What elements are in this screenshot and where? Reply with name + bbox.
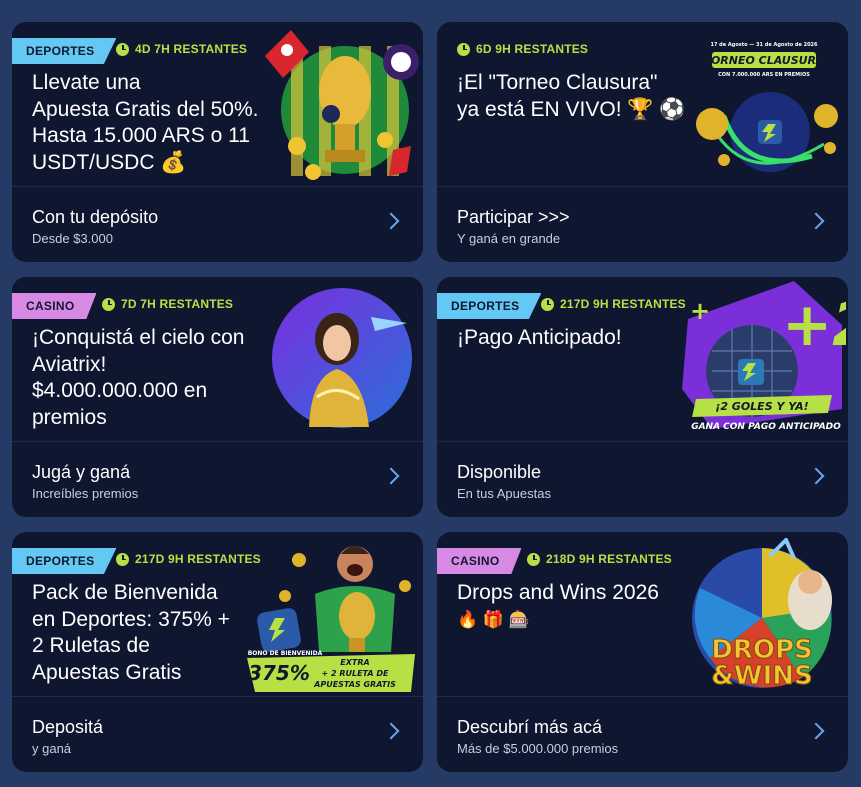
promo-title: Pack de Bienvenida en Deportes: 375% + 2… — [32, 581, 230, 684]
promo-title: ¡El "Torneo Clausura" ya está EN VIVO! 🏆… — [457, 71, 686, 121]
promo-card-aviatrix[interactable]: CASINO 7D 7H RESTANTES ¡Conquistá el cie… — [12, 277, 423, 517]
svg-text:APUESTAS GRATIS: APUESTAS GRATIS — [313, 680, 396, 689]
promo-title: ¡Conquistá el cielo con Aviatrix! $4.000… — [32, 326, 245, 429]
category-tag: DEPORTES — [437, 293, 542, 319]
category-tag: DEPORTES — [12, 548, 117, 574]
time-remaining: 7D 7H RESTANTES — [102, 297, 233, 311]
time-remaining-label: 7D 7H RESTANTES — [121, 297, 234, 311]
chevron-right-icon[interactable] — [807, 467, 825, 485]
cta-sublabel: Increíbles premios — [32, 486, 139, 501]
time-remaining-label: 4D 7H RESTANTES — [135, 42, 248, 56]
aviatrix-art — [271, 287, 413, 429]
time-remaining: 218D 9H RESTANTES — [527, 552, 672, 566]
chevron-right-icon[interactable] — [807, 722, 825, 740]
category-tag: CASINO — [437, 548, 522, 574]
svg-text:TORNEO CLAUSURA: TORNEO CLAUSURA — [703, 54, 824, 67]
cta-sublabel: En tus Apuestas — [457, 486, 551, 501]
cta-label[interactable]: Descubrí más acá — [457, 716, 618, 738]
drops-wins-art: DROPS &WINS — [690, 536, 840, 694]
trophy-soccer-art — [261, 26, 421, 182]
time-remaining-label: 217D 9H RESTANTES — [560, 297, 686, 311]
svg-text:+2: +2 — [782, 290, 846, 360]
cta-sublabel: Desde $3.000 — [32, 231, 113, 246]
svg-text:EXTRA: EXTRA — [340, 658, 369, 667]
chevron-right-icon[interactable] — [807, 212, 825, 230]
chevron-right-icon[interactable] — [382, 467, 400, 485]
time-remaining-label: 218D 9H RESTANTES — [546, 552, 672, 566]
promotions-grid: DEPORTES 4D 7H RESTANTES Llevate una Apu… — [12, 22, 848, 772]
promo-card-apuesta-gratis[interactable]: DEPORTES 4D 7H RESTANTES Llevate una Apu… — [12, 22, 423, 262]
time-remaining: 217D 9H RESTANTES — [116, 552, 261, 566]
time-remaining: 6D 9H RESTANTES — [457, 42, 588, 56]
card-divider — [437, 441, 848, 442]
cta-label[interactable]: Jugá y ganá — [32, 461, 138, 483]
clock-icon — [116, 42, 129, 56]
promo-cta[interactable]: Disponible En tus Apuestas — [457, 461, 551, 503]
time-remaining: 4D 7H RESTANTES — [116, 42, 247, 56]
chevron-right-icon[interactable] — [382, 722, 400, 740]
promo-cta[interactable]: Depositá y ganá — [32, 716, 103, 758]
time-remaining-label: 6D 9H RESTANTES — [476, 42, 589, 56]
category-tag: DEPORTES — [12, 38, 117, 64]
clock-icon — [116, 552, 129, 566]
card-divider — [12, 441, 423, 442]
time-remaining: 217D 9H RESTANTES — [541, 297, 686, 311]
promo-cta[interactable]: Con tu depósito Desde $3.000 — [32, 206, 158, 248]
svg-text:CON 7.000.000 ARS EN PREMIOS: CON 7.000.000 ARS EN PREMIOS — [718, 72, 810, 78]
card-divider — [12, 696, 423, 697]
promo-title: Drops and Wins 2026 🔥 🎁 🎰 — [457, 581, 659, 629]
svg-text:&WINS: &WINS — [711, 661, 813, 691]
cta-label[interactable]: Con tu depósito — [32, 206, 158, 228]
cta-sublabel: Más de $5.000.000 premios — [457, 741, 619, 756]
svg-text:17 de Agosto — 31 de Agosto de: 17 de Agosto — 31 de Agosto de 2026 — [710, 42, 818, 48]
plus-two-goals-art: + +2 ¡2 GOLES Y YA! GANA CON PAGO ANTICI… — [682, 279, 848, 439]
promo-cta[interactable]: Descubrí más acá Más de $5.000.000 premi… — [457, 716, 618, 758]
cta-sublabel: y ganá — [32, 741, 72, 756]
svg-text:+ 2 RULETA DE: + 2 RULETA DE — [322, 669, 390, 678]
cta-sublabel: Y ganá en grande — [457, 231, 561, 246]
svg-text:BONO DE BIENVENIDA: BONO DE BIENVENIDA — [248, 650, 323, 657]
cta-label[interactable]: Depositá — [32, 716, 103, 738]
cta-label[interactable]: Participar >>> — [457, 206, 570, 228]
promo-cta[interactable]: Participar >>> Y ganá en grande — [457, 206, 570, 248]
clock-icon — [541, 297, 554, 311]
welcome-pack-art: BONO DE BIENVENIDA 375% EXTRA + 2 RULETA… — [245, 534, 421, 694]
promo-card-drops-and-wins[interactable]: CASINO 218D 9H RESTANTES Drops and Wins … — [437, 532, 848, 772]
time-remaining-label: 217D 9H RESTANTES — [135, 552, 261, 566]
svg-text:¡2 GOLES Y YA!: ¡2 GOLES Y YA! — [715, 400, 808, 413]
card-divider — [437, 696, 848, 697]
clock-icon — [102, 297, 115, 311]
tournament-ball-art: 17 de Agosto — 31 de Agosto de 2026 TORN… — [684, 36, 844, 186]
chevron-right-icon[interactable] — [382, 212, 400, 230]
promo-card-torneo-clausura[interactable]: 6D 9H RESTANTES ¡El "Torneo Clausura" ya… — [437, 22, 848, 262]
promo-cta[interactable]: Jugá y ganá Increíbles premios — [32, 461, 138, 503]
svg-text:375%: 375% — [248, 661, 310, 685]
clock-icon — [457, 42, 470, 56]
promo-card-pago-anticipado[interactable]: DEPORTES 217D 9H RESTANTES ¡Pago Anticip… — [437, 277, 848, 517]
card-divider — [437, 186, 848, 187]
card-divider — [12, 186, 423, 187]
svg-text:+: + — [690, 297, 710, 325]
category-tag: CASINO — [12, 293, 97, 319]
clock-icon — [527, 552, 540, 566]
promo-title: ¡Pago Anticipado! — [457, 326, 622, 349]
svg-text:GANA CON PAGO ANTICIPADO: GANA CON PAGO ANTICIPADO — [691, 422, 841, 432]
cta-label[interactable]: Disponible — [457, 461, 551, 483]
promo-card-pack-bienvenida[interactable]: DEPORTES 217D 9H RESTANTES Pack de Bienv… — [12, 532, 423, 772]
promo-title: Llevate una Apuesta Gratis del 50%. Hast… — [32, 71, 259, 174]
